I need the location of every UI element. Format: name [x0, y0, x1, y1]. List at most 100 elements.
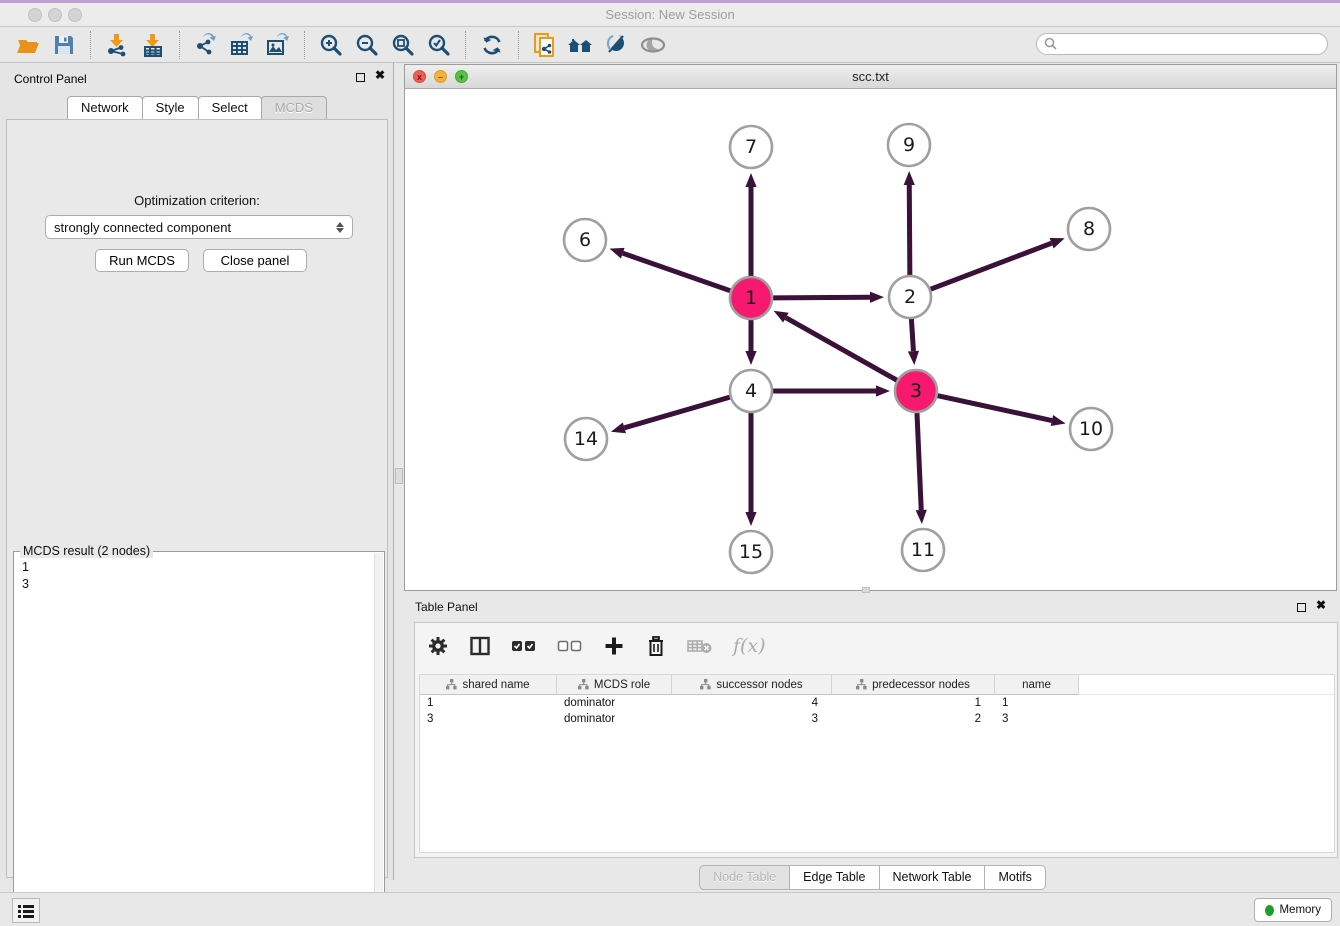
graph-edge-1-6[interactable] — [623, 253, 731, 291]
column-header-name[interactable]: name — [995, 675, 1079, 695]
graph-edge-2-3[interactable] — [911, 318, 913, 351]
table-cell[interactable]: 2 — [832, 711, 995, 727]
graph-edge-3-1[interactable] — [786, 318, 898, 381]
column-header-MCDS-role[interactable]: MCDS role — [557, 675, 672, 695]
clone-network-icon[interactable] — [530, 30, 560, 60]
edge-arrowhead — [745, 512, 756, 526]
home-icon[interactable] — [566, 30, 596, 60]
column-header-successor-nodes[interactable]: successor nodes — [672, 675, 832, 695]
edge-arrowhead — [610, 248, 625, 259]
export-table-icon[interactable] — [227, 30, 257, 60]
deselect-all-icon[interactable] — [557, 639, 583, 653]
edge-arrowhead — [870, 292, 884, 303]
close-panel-icon[interactable]: ✖ — [1316, 598, 1326, 612]
node-table[interactable]: shared nameMCDS rolesuccessor nodesprede… — [419, 674, 1335, 853]
table-cell[interactable]: 3 — [420, 711, 557, 727]
split-columns-icon[interactable] — [469, 635, 491, 657]
network-canvas[interactable]: 7968124314101511 — [405, 89, 1336, 590]
column-header-shared-name[interactable]: shared name — [420, 675, 557, 695]
tab-style[interactable]: Style — [142, 96, 199, 119]
search-field[interactable] — [1036, 33, 1328, 55]
table-panel: Table Panel ✖ f(x) — [404, 593, 1340, 892]
mcds-result-box: MCDS result (2 nodes) 13 — [13, 551, 385, 925]
memory-status-icon — [1265, 905, 1274, 916]
zoom-selected-icon[interactable] — [424, 30, 454, 60]
tab-node-table[interactable]: Node Table — [699, 865, 790, 890]
table-cell[interactable]: 4 — [672, 695, 832, 711]
table-cell[interactable]: 1 — [420, 695, 557, 711]
delete-column-icon[interactable] — [645, 635, 667, 657]
main-toolbar — [0, 27, 1340, 63]
edge-arrowhead — [1050, 238, 1065, 248]
tab-network-table[interactable]: Network Table — [879, 865, 986, 890]
result-line: 1 — [22, 559, 376, 576]
table-row[interactable]: 3dominator323 — [420, 711, 1334, 727]
table-cell[interactable]: dominator — [557, 695, 672, 711]
run-mcds-button[interactable]: Run MCDS — [95, 249, 189, 272]
table-cell[interactable]: 3 — [995, 711, 1079, 727]
function-builder-icon: f(x) — [733, 635, 766, 657]
hide-graphics-details-icon[interactable] — [602, 30, 632, 60]
graph-edge-2-9[interactable] — [909, 185, 910, 276]
open-session-icon[interactable] — [13, 30, 43, 60]
add-column-icon[interactable] — [603, 635, 625, 657]
header-filler — [1079, 675, 1334, 695]
mcds-result-list: 13 — [14, 555, 384, 597]
tab-select[interactable]: Select — [198, 96, 262, 119]
splitter-handle[interactable] — [395, 468, 403, 484]
show-hide-eye-icon[interactable] — [638, 30, 668, 60]
save-session-icon[interactable] — [49, 30, 79, 60]
tab-motifs[interactable]: Motifs — [984, 865, 1045, 890]
optimization-criterion-select[interactable]: strongly connected component — [45, 215, 353, 239]
memory-button[interactable]: Memory — [1254, 898, 1332, 922]
list-icon — [18, 904, 34, 918]
tab-mcds[interactable]: MCDS — [261, 96, 327, 119]
result-scrollbar[interactable] — [374, 553, 383, 923]
select-all-icon[interactable] — [511, 639, 537, 653]
table-cell[interactable]: 1 — [995, 695, 1079, 711]
result-line: 3 — [22, 576, 376, 593]
export-image-icon[interactable] — [263, 30, 293, 60]
import-table-icon[interactable] — [138, 30, 168, 60]
graph-edge-3-11[interactable] — [917, 412, 921, 510]
gear-icon[interactable] — [427, 635, 449, 657]
tab-edge-table[interactable]: Edge Table — [789, 865, 879, 890]
export-network-icon[interactable] — [191, 30, 221, 60]
refresh-icon[interactable] — [477, 30, 507, 60]
graph-node-label: 14 — [574, 428, 598, 450]
float-panel-icon[interactable] — [1297, 603, 1306, 612]
network-graph[interactable]: 7968124314101511 — [405, 89, 1336, 590]
float-panel-icon[interactable] — [356, 73, 365, 82]
memory-label: Memory — [1279, 904, 1321, 916]
close-panel-button[interactable]: Close panel — [203, 249, 307, 272]
search-input[interactable] — [1058, 35, 1327, 53]
node-table-container: f(x) shared nameMCDS rolesuccessor nodes… — [414, 622, 1338, 858]
zoom-out-icon[interactable] — [352, 30, 382, 60]
dropdown-stepper-icon — [336, 222, 344, 233]
control-panel-tabs: NetworkStyleSelectMCDS — [0, 96, 393, 119]
zoom-in-icon[interactable] — [316, 30, 346, 60]
column-header-predecessor-nodes[interactable]: predecessor nodes — [832, 675, 995, 695]
titlebar: Session: New Session — [0, 3, 1340, 27]
graph-node-label: 15 — [739, 541, 763, 563]
table-row[interactable]: 1dominator411 — [420, 695, 1334, 711]
toolbar-separator — [90, 31, 91, 59]
table-toolbar: f(x) — [415, 623, 1337, 668]
graph-edge-2-8[interactable] — [930, 243, 1052, 289]
tab-network[interactable]: Network — [67, 96, 143, 119]
table-panel-title: Table Panel — [415, 600, 478, 614]
graph-edge-4-14[interactable] — [624, 397, 730, 428]
zoom-fit-icon[interactable] — [388, 30, 418, 60]
task-history-button[interactable] — [12, 898, 40, 923]
close-panel-icon[interactable]: ✖ — [375, 68, 385, 82]
network-window-titlebar[interactable]: x – + scc.txt — [405, 65, 1336, 89]
network-window-title: scc.txt — [405, 65, 1336, 88]
graph-edge-1-2[interactable] — [772, 297, 870, 298]
table-cell[interactable]: 3 — [672, 711, 832, 727]
import-network-icon[interactable] — [102, 30, 132, 60]
table-cell[interactable]: dominator — [557, 711, 672, 727]
hierarchy-icon — [700, 679, 711, 690]
graph-node-label: 1 — [745, 287, 757, 309]
table-cell[interactable]: 1 — [832, 695, 995, 711]
graph-edge-3-10[interactable] — [937, 395, 1052, 420]
